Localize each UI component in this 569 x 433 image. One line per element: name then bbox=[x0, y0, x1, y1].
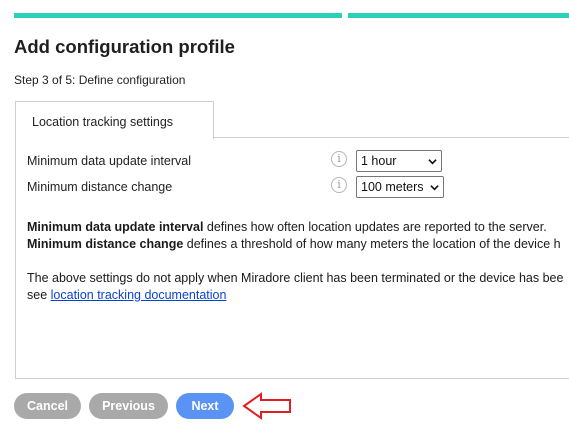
description-line: Minimum distance change defines a thresh… bbox=[27, 237, 561, 251]
tab-location-tracking-settings[interactable]: Location tracking settings bbox=[15, 101, 214, 139]
chevron-down-icon bbox=[430, 185, 439, 191]
info-icon[interactable]: i bbox=[331, 177, 347, 193]
description-line: The above settings do not apply when Mir… bbox=[27, 271, 564, 285]
documentation-link[interactable]: location tracking documentation bbox=[51, 288, 227, 302]
setting-row-update-interval: Minimum data update interval i 1 hour bbox=[27, 150, 569, 172]
setting-row-distance-change: Minimum distance change i 100 meters bbox=[27, 176, 569, 198]
description-text: see bbox=[27, 288, 51, 302]
settings-panel bbox=[15, 137, 569, 379]
description-term: Minimum data update interval bbox=[27, 220, 204, 234]
cancel-button[interactable]: Cancel bbox=[14, 393, 81, 419]
red-arrow-icon bbox=[242, 392, 291, 420]
description-text: defines a threshold of how many meters t… bbox=[183, 237, 561, 251]
previous-button[interactable]: Previous bbox=[89, 393, 168, 419]
setting-label: Minimum distance change bbox=[27, 180, 173, 194]
select-value: 100 meters bbox=[361, 180, 424, 194]
next-button[interactable]: Next bbox=[176, 393, 234, 419]
progress-segment-2 bbox=[348, 13, 569, 18]
update-interval-select[interactable]: 1 hour bbox=[356, 150, 442, 172]
description-term: Minimum distance change bbox=[27, 237, 184, 251]
page-title: Add configuration profile bbox=[14, 36, 235, 57]
description-line: see location tracking documentation bbox=[27, 288, 226, 302]
progress-bar bbox=[14, 13, 569, 18]
setting-label: Minimum data update interval bbox=[27, 154, 191, 168]
info-icon[interactable]: i bbox=[331, 151, 347, 167]
distance-change-select[interactable]: 100 meters bbox=[356, 176, 444, 198]
select-value: 1 hour bbox=[361, 154, 397, 168]
step-indicator: Step 3 of 5: Define configuration bbox=[14, 73, 186, 87]
description-line: Minimum data update interval defines how… bbox=[27, 220, 547, 234]
chevron-down-icon bbox=[428, 159, 437, 165]
description-text: defines how often location updates are r… bbox=[203, 220, 547, 234]
progress-segment-1 bbox=[14, 13, 342, 18]
